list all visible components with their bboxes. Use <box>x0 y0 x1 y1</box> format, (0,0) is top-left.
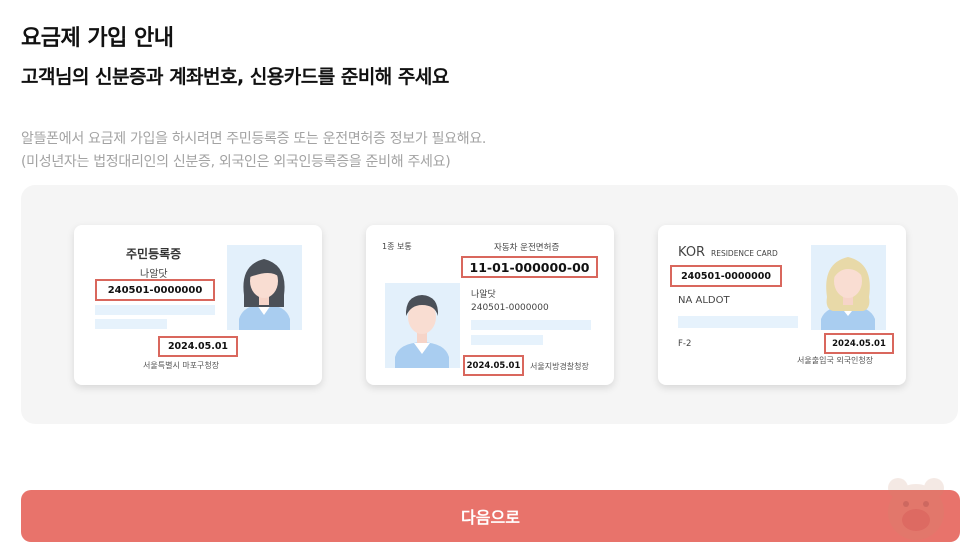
residence-card-number: 240501-0000000 <box>670 265 782 287</box>
license-card: 1종 보통 자동차 운전면허증 11-01-000000-00 나알닷 2405… <box>366 225 614 385</box>
resident-card: 주민등록증 나알닷 240501-0000000 2024.05.01 서울특별… <box>74 225 322 385</box>
residence-card-country: KOR <box>678 245 706 260</box>
resident-card-heading: 주민등록증 <box>126 247 182 261</box>
license-card-number: 240501-0000000 <box>471 303 549 313</box>
license-card-date: 2024.05.01 <box>463 355 524 376</box>
placeholder-bar <box>471 320 591 330</box>
placeholder-bar <box>471 335 543 345</box>
residence-card-name: NA ALDOT <box>678 295 730 306</box>
page-title: 요금제 가입 안내 <box>21 26 174 51</box>
license-card-issuer: 서울지방경찰청장 <box>530 362 589 371</box>
blonde-portrait <box>811 245 886 330</box>
license-card-license-number: 11-01-000000-00 <box>461 256 598 278</box>
bear-mascot-icon <box>884 474 948 544</box>
residence-card-heading: RESIDENCE CARD <box>711 249 778 258</box>
placeholder-bar <box>95 305 215 315</box>
id-examples-panel: 주민등록증 나알닷 240501-0000000 2024.05.01 서울특별… <box>21 185 958 424</box>
residence-card: KOR RESIDENCE CARD 240501-0000000 NA ALD… <box>658 225 906 385</box>
resident-card-number: 240501-0000000 <box>95 279 215 301</box>
license-card-name: 나알닷 <box>471 290 496 300</box>
residence-card-visa: F-2 <box>678 339 692 349</box>
male-portrait <box>385 283 460 368</box>
resident-card-name: 나알닷 <box>140 269 168 280</box>
female-portrait <box>227 245 302 330</box>
page-subtitle: 고객님의 신분증과 계좌번호, 신용카드를 준비해 주세요 <box>21 66 449 88</box>
page-description: 알뜰폰에서 요금제 가입을 하시려면 주민등록증 또는 운전면허증 정보가 필요… <box>21 128 486 174</box>
residence-card-issuer: 서울출입국 외국인청장 <box>797 356 874 365</box>
description-line-1: 알뜰폰에서 요금제 가입을 하시려면 주민등록증 또는 운전면허증 정보가 필요… <box>21 131 487 147</box>
residence-card-date: 2024.05.01 <box>824 333 894 354</box>
placeholder-bar <box>95 319 167 329</box>
license-card-grade: 1종 보통 <box>382 242 412 251</box>
placeholder-bar <box>678 316 798 328</box>
next-button[interactable]: 다음으로 <box>21 490 960 542</box>
resident-card-date: 2024.05.01 <box>158 336 238 357</box>
license-card-heading: 자동차 운전면허증 <box>494 243 560 253</box>
resident-card-issuer: 서울특별시 마포구청장 <box>143 361 220 370</box>
description-line-2: (미성년자는 법정대리인의 신분증, 외국인은 외국인등록증을 준비해 주세요) <box>21 154 451 170</box>
